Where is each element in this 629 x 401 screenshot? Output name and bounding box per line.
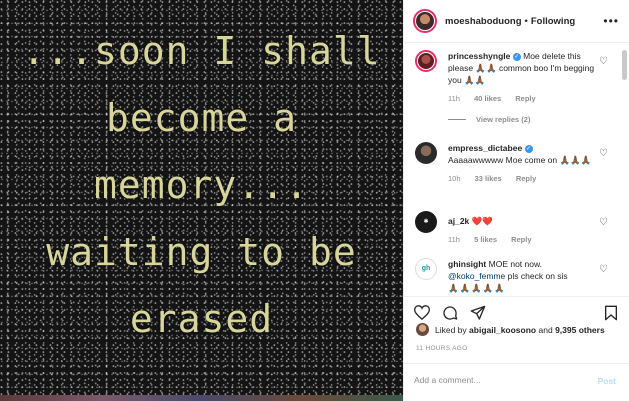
- poem-text: ...soon I shall become a memory... waiti…: [0, 18, 403, 353]
- reply-button[interactable]: Reply: [516, 174, 536, 183]
- comment-text: ❤️❤️: [471, 216, 493, 226]
- liker-avatar[interactable]: [416, 323, 429, 336]
- commenter-avatar[interactable]: gh: [415, 258, 437, 280]
- comment-username[interactable]: aj_2k: [448, 216, 469, 226]
- comment-likes[interactable]: 33 likes: [475, 174, 502, 183]
- poem-line: ...soon I shall: [22, 29, 381, 73]
- poem-line: waiting to be: [46, 230, 357, 274]
- author-username[interactable]: moeshaboduong: [445, 16, 522, 27]
- commenter-avatar[interactable]: [415, 50, 437, 72]
- comment-item: princesshyngle ✓ Moe delete this please …: [415, 50, 620, 124]
- heart-icon[interactable]: ♡: [599, 56, 608, 67]
- comment-item: ✱ aj_2k ❤️❤️ 11h 5 likes Reply ♡: [415, 211, 620, 244]
- likes-summary: Liked by abigail_koosono and 9,395 other…: [416, 323, 605, 336]
- post-side-panel: moeshaboduong • Following ••• princesshy…: [403, 0, 629, 401]
- view-replies[interactable]: View replies (2): [448, 115, 620, 124]
- replies-divider: [448, 119, 466, 120]
- comment-username[interactable]: princesshyngle: [448, 51, 510, 61]
- comment-username[interactable]: ghinsight: [448, 259, 486, 269]
- comment-username[interactable]: empress_dictabee: [448, 143, 522, 153]
- likes-conj: and: [538, 324, 553, 335]
- verified-badge-icon: ✓: [524, 144, 533, 153]
- post-header: moeshaboduong • Following •••: [404, 0, 629, 43]
- likes-others[interactable]: 9,395 others: [555, 325, 605, 335]
- commenter-avatar[interactable]: ✱: [415, 211, 437, 233]
- heart-icon[interactable]: ♡: [599, 217, 608, 228]
- commenter-avatar[interactable]: [415, 142, 437, 164]
- comment-item: empress_dictabee ✓ Aaaaawwwww Moe come o…: [415, 142, 620, 183]
- ellipsis-icon[interactable]: •••: [603, 14, 619, 28]
- comment-time: 11h: [448, 94, 460, 103]
- comments-list[interactable]: princesshyngle ✓ Moe delete this please …: [404, 44, 620, 296]
- comment-time: 11h: [448, 235, 460, 244]
- action-bar: [404, 296, 629, 326]
- comment-likes[interactable]: 5 likes: [474, 235, 497, 244]
- comment-input[interactable]: [414, 375, 584, 385]
- likes-prefix: Liked by: [435, 324, 467, 335]
- verified-badge-icon: ✓: [512, 52, 521, 61]
- comment-likes[interactable]: 40 likes: [474, 94, 501, 103]
- author-avatar[interactable]: [413, 9, 437, 33]
- separator-dot: •: [524, 15, 528, 27]
- poem-line: erased: [129, 297, 274, 341]
- heart-icon[interactable]: ♡: [599, 264, 608, 275]
- bookmark-icon[interactable]: [604, 305, 618, 321]
- comment-text: 🙏🏾🙏🏾🙏🏾🙏🏾🙏🏾: [448, 283, 506, 293]
- mention-link[interactable]: @koko_femme: [448, 271, 505, 281]
- comment-text: MOE not now.: [488, 259, 543, 269]
- heart-icon[interactable]: [414, 305, 430, 320]
- reply-button[interactable]: Reply: [515, 94, 535, 103]
- poem-line: memory...: [94, 163, 309, 207]
- comment-item: gh ghinsight MOE not now. @koko_femme pl…: [415, 258, 620, 294]
- poem-line: become a: [105, 96, 298, 140]
- post-image[interactable]: ...soon I shall become a memory... waiti…: [0, 0, 403, 401]
- reply-button[interactable]: Reply: [511, 235, 531, 244]
- underlying-content-strip: [0, 395, 403, 401]
- post-timestamp[interactable]: 11 HOURS AGO: [416, 345, 468, 352]
- heart-icon[interactable]: ♡: [599, 148, 608, 159]
- comment-text: Aaaaawwwww Moe come on 🙏🏾🙏🏾🙏🏾: [448, 155, 592, 165]
- view-replies-label[interactable]: View replies (2): [476, 115, 530, 124]
- share-icon[interactable]: [470, 305, 486, 321]
- liker-username[interactable]: abigail_koosono: [469, 325, 536, 335]
- comment-icon[interactable]: [442, 305, 458, 321]
- following-button[interactable]: Following: [531, 16, 575, 27]
- scrollbar[interactable]: [622, 50, 627, 80]
- comment-text: pls check on sis: [507, 271, 568, 281]
- comment-time: 10h: [448, 174, 461, 183]
- post-button[interactable]: Post: [598, 376, 616, 386]
- add-comment-bar: Post: [404, 363, 629, 401]
